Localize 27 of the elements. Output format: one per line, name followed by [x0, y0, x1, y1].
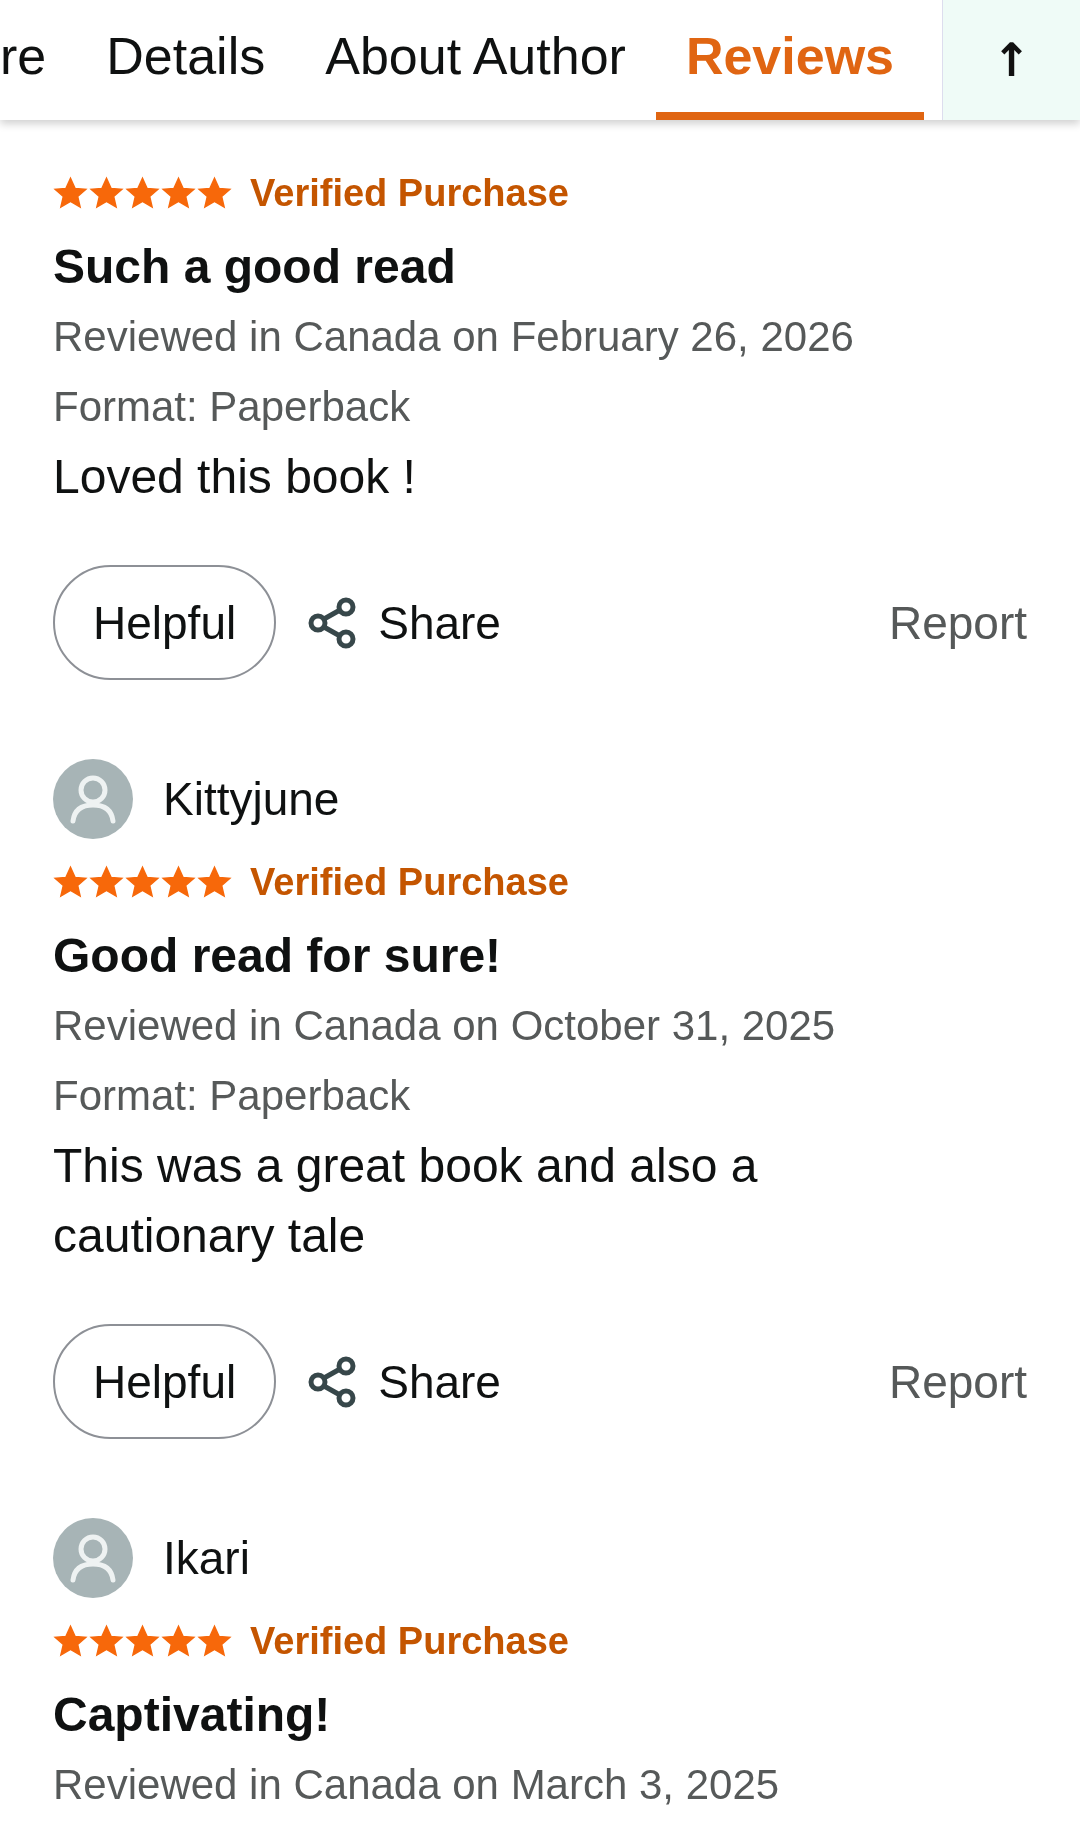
review-date: Reviewed in Canada on February 26, 2026 — [53, 312, 855, 362]
review-date: Reviewed in Canada on March 3, 2025 — [53, 1760, 781, 1810]
report-link[interactable]: Report — [888, 595, 1027, 650]
share-button[interactable]: Share — [306, 1354, 501, 1409]
report-link[interactable]: Report — [888, 1354, 1027, 1409]
avatar-icon — [53, 1518, 133, 1598]
tab[interactable]: re — [0, 0, 77, 120]
verified-label: Verified Purchase — [250, 860, 569, 904]
tab[interactable]: About Author — [295, 0, 656, 120]
verified-label: Verified Purchase — [250, 171, 569, 215]
verified-label: Verified Purchase — [250, 1619, 569, 1663]
review-text: Loved this book ! — [53, 449, 417, 505]
reviewer-name: Kittyjune — [163, 772, 340, 826]
reviewer-name: Ikari — [163, 1531, 250, 1585]
avatar-icon — [53, 759, 133, 839]
share-button[interactable]: Share — [306, 595, 501, 650]
review-format: Format: Paperback — [53, 1071, 412, 1121]
helpful-button[interactable]: Helpful — [53, 565, 277, 680]
review-title: Such a good read — [53, 239, 457, 295]
review-text: This was a great book and also a cautionary tale — [53, 1138, 759, 1264]
review-title: Good read for sure! — [53, 928, 503, 984]
helpful-button[interactable]: Helpful — [53, 1324, 277, 1439]
review-format: Format: Paperback — [53, 382, 412, 432]
review-title: Captivating! — [53, 1687, 332, 1743]
tab[interactable]: Details — [76, 0, 296, 120]
review-date: Reviewed in Canada on October 31, 2025 — [53, 1001, 837, 1051]
scroll-top-button[interactable]: ↑ — [942, 0, 1080, 120]
